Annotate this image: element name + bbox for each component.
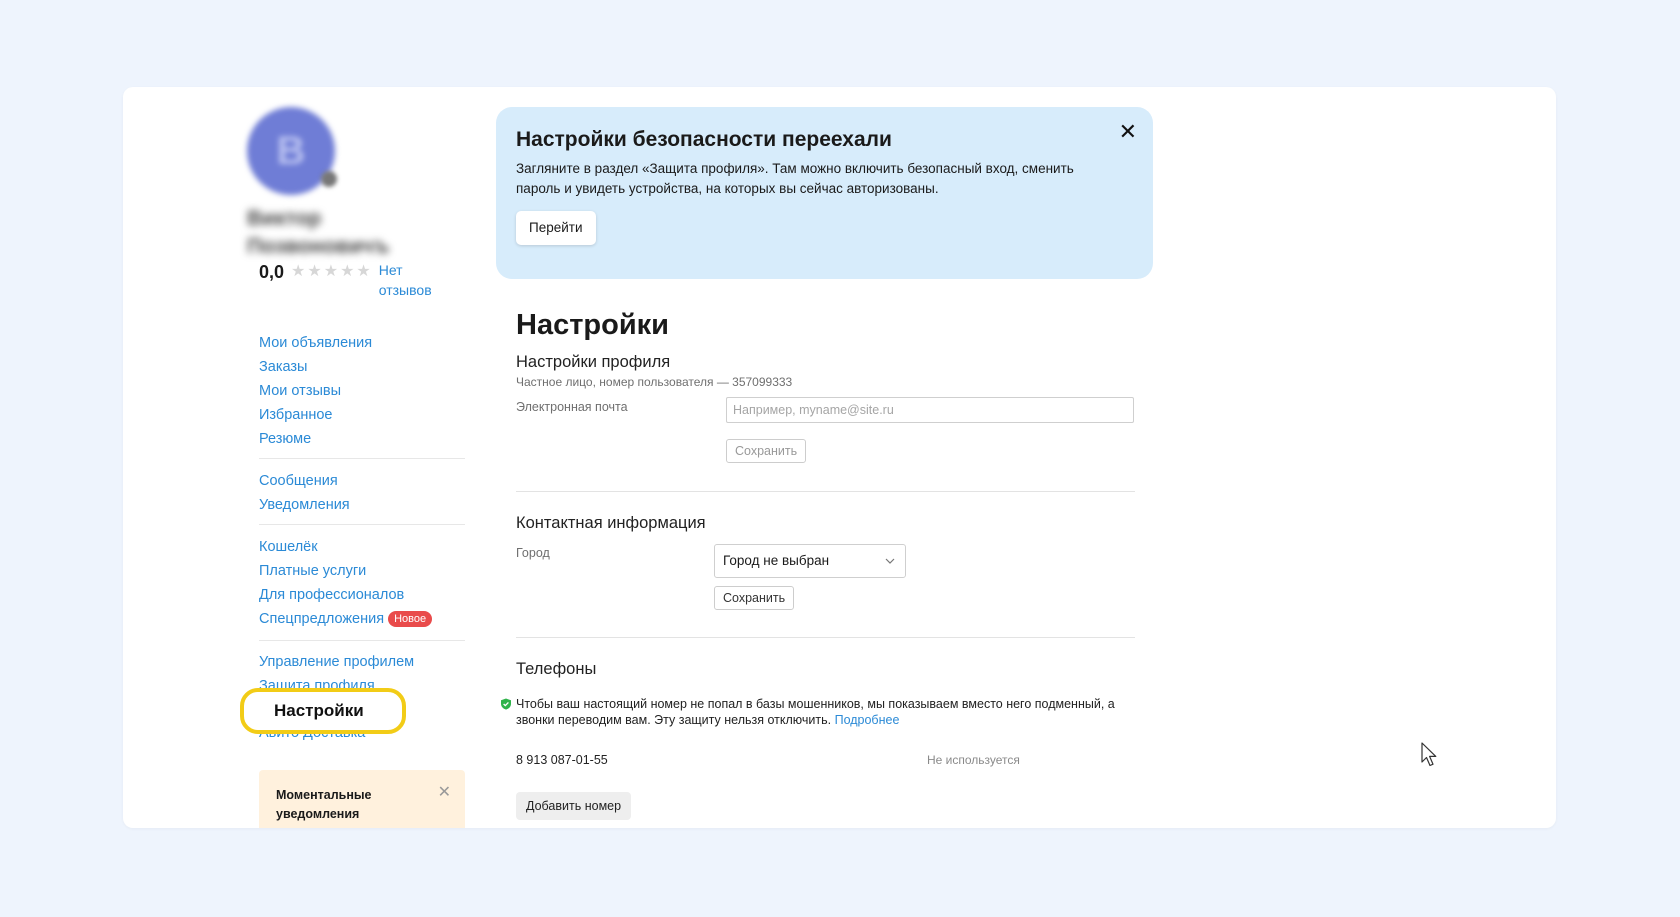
sidebar-item-orders[interactable]: Заказы xyxy=(259,355,465,379)
sidebar-item-special-offers-label: Спецпредложения xyxy=(259,611,385,627)
go-button[interactable]: Перейти xyxy=(516,211,596,245)
save-city-button[interactable]: Сохранить xyxy=(714,586,795,610)
page-frame: В Виктор Позвоновичъ 0,0 ★ ★ ★ ★ ★ Нет о… xyxy=(123,87,1556,828)
instant-notifications-promo[interactable]: Моментальные уведомления ✕ xyxy=(259,770,465,828)
section-divider xyxy=(516,637,1135,638)
sidebar-item-paid-services[interactable]: Платные услуги xyxy=(259,559,465,583)
sidebar-item-messages[interactable]: Сообщения xyxy=(259,469,465,493)
phone-protection-note: Чтобы ваш настоящий номер не попал в баз… xyxy=(516,696,1156,728)
close-icon[interactable]: ✕ xyxy=(438,782,451,802)
sidebar-divider xyxy=(259,458,465,459)
chevron-down-icon xyxy=(885,545,895,589)
sidebar-item-favorites[interactable]: Избранное xyxy=(259,403,465,427)
sidebar-item-settings-label: Настройки xyxy=(274,701,364,720)
add-number-button[interactable]: Добавить номер xyxy=(516,792,632,820)
rating-stars: ★ ★ ★ ★ ★ xyxy=(291,264,371,280)
star-icon: ★ xyxy=(356,263,371,280)
star-icon: ★ xyxy=(323,263,339,280)
sidebar-item-my-ads[interactable]: Мои объявления xyxy=(259,331,465,355)
promo-title: Моментальные уведомления xyxy=(276,788,372,821)
sidebar-item-settings-active[interactable]: Настройки xyxy=(240,688,406,734)
city-select[interactable]: Город не выбран xyxy=(714,544,906,578)
star-icon: ★ xyxy=(291,263,306,280)
sidebar-item-my-reviews[interactable]: Мои отзывы xyxy=(259,379,465,403)
rating-value: 0,0 xyxy=(259,262,285,282)
sidebar-item-special-offers[interactable]: Спецпредложения Новое xyxy=(259,607,465,631)
user-name[interactable]: Виктор Позвоновичъ xyxy=(247,205,397,261)
avatar-letter: В xyxy=(276,128,306,173)
section-divider xyxy=(516,491,1135,492)
more-link[interactable]: Подробнее xyxy=(835,713,900,727)
banner-title: Настройки безопасности переехали xyxy=(516,128,892,151)
sidebar-item-wallet[interactable]: Кошелёк xyxy=(259,535,465,559)
contact-info-title: Контактная информация xyxy=(516,514,706,532)
save-email-button[interactable]: Сохранить xyxy=(726,439,807,463)
close-icon[interactable]: ✕ xyxy=(1119,121,1137,143)
sidebar-divider xyxy=(259,640,465,641)
sidebar-item-profile-management[interactable]: Управление профилем xyxy=(259,650,465,674)
email-field[interactable] xyxy=(726,397,1134,423)
phones-title: Телефоны xyxy=(516,660,597,678)
new-badge: Новое xyxy=(388,611,433,627)
sidebar-group-messages: Сообщения Уведомления xyxy=(259,469,465,517)
reviews-link[interactable]: Нет отзывов xyxy=(379,260,449,300)
phone-number: 8 913 087-01-55 xyxy=(516,753,608,767)
mouse-cursor-icon xyxy=(1421,742,1437,767)
email-label: Электронная почта xyxy=(516,400,628,414)
sidebar-group-services: Кошелёк Платные услуги Для профессионало… xyxy=(259,535,465,631)
profile-settings-title: Настройки профиля xyxy=(516,353,671,371)
rating-row: 0,0 ★ ★ ★ ★ ★ Нет отзывов xyxy=(259,260,449,300)
shield-check-icon xyxy=(501,698,511,710)
phone-note-text: Чтобы ваш настоящий номер не попал в баз… xyxy=(516,697,1115,727)
page-title: Настройки xyxy=(516,309,670,341)
star-icon: ★ xyxy=(340,263,355,280)
sidebar-item-resume[interactable]: Резюме xyxy=(259,427,465,451)
security-moved-banner: Настройки безопасности переехали Загляни… xyxy=(496,107,1153,279)
profile-subtitle: Частное лицо, номер пользователя — 35709… xyxy=(516,375,793,389)
sidebar-group-ads: Мои объявления Заказы Мои отзывы Избранн… xyxy=(259,331,465,451)
phone-status: Не используется xyxy=(927,753,1020,767)
banner-text: Загляните в раздел «Защита профиля». Там… xyxy=(516,161,1074,196)
sidebar-item-for-pros[interactable]: Для профессионалов xyxy=(259,583,465,607)
avatar-status-badge xyxy=(321,171,337,187)
sidebar-divider xyxy=(259,524,465,525)
star-icon: ★ xyxy=(307,263,322,280)
sidebar-item-notifications[interactable]: Уведомления xyxy=(259,493,465,517)
city-select-value: Город не выбран xyxy=(723,553,830,568)
city-label: Город xyxy=(516,546,550,560)
